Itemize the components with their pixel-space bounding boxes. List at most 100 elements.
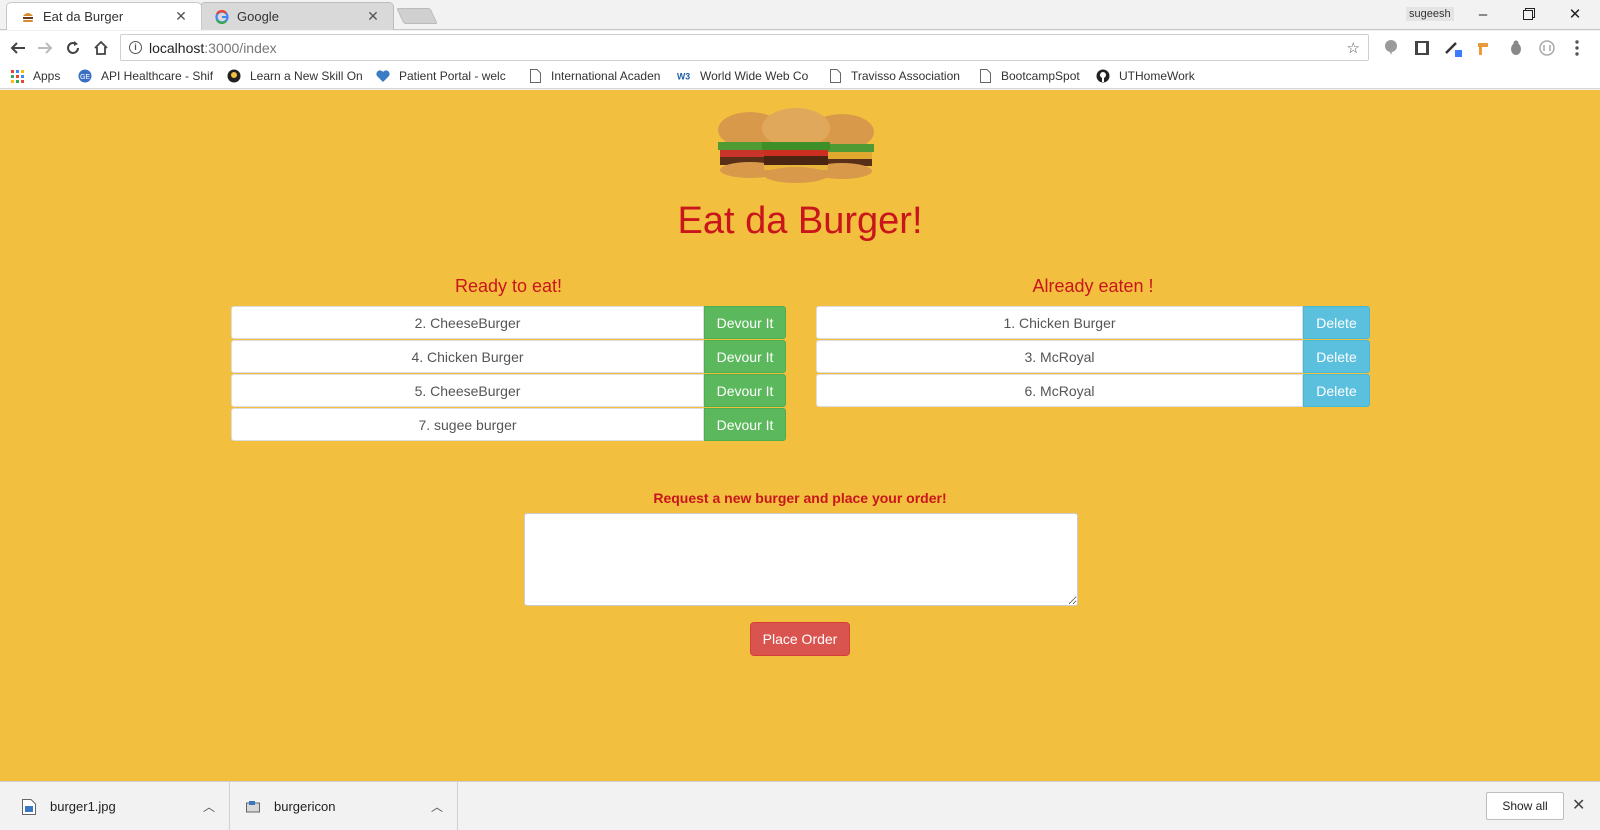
file-icon <box>246 800 260 812</box>
devour-button[interactable]: Devour It <box>704 340 786 373</box>
ready-row: 5. CheeseBurger Devour It <box>231 374 786 407</box>
burger-name: 4. Chicken Burger <box>231 340 704 373</box>
burger-name: 6. McRoyal <box>816 374 1303 407</box>
bookmark-label: UTHomeWork <box>1119 69 1195 83</box>
url-path: :3000/index <box>204 39 277 56</box>
extension-bug-icon[interactable] <box>1507 39 1525 57</box>
close-shelf-icon[interactable]: ✕ <box>1572 795 1585 815</box>
close-tab-icon[interactable]: ✕ <box>173 8 189 25</box>
profile-name[interactable]: sugeesh <box>1406 7 1454 21</box>
bookmark-label: Apps <box>33 69 61 83</box>
tab-google[interactable]: Google ✕ <box>200 2 394 30</box>
download-filename: burger1.jpg <box>50 799 116 814</box>
burger-name: 2. CheeseBurger <box>231 306 704 339</box>
forward-icon[interactable] <box>33 36 57 60</box>
eaten-row: 6. McRoyal Delete <box>816 374 1370 407</box>
bookmark-patient-portal[interactable]: Patient Portal - welc <box>376 67 514 85</box>
bookmarks-bar: Apps GE API Healthcare - Shif Learn a Ne… <box>0 63 1600 89</box>
w3c-icon: W3 <box>677 69 691 83</box>
bookmark-label: Learn a New Skill On <box>250 69 363 83</box>
tab-eat-da-burger[interactable]: Eat da Burger ✕ <box>6 2 202 30</box>
tab-title: Eat da Burger <box>43 9 124 24</box>
close-tab-icon[interactable]: ✕ <box>365 8 381 25</box>
svg-text:GE: GE <box>80 74 90 81</box>
extension-eyedropper-icon[interactable] <box>1444 39 1462 57</box>
tab-title: Google <box>237 9 279 24</box>
chevron-up-icon[interactable]: ︿ <box>431 798 443 815</box>
image-file-icon <box>22 798 36 815</box>
extension-balloon-icon[interactable] <box>1382 39 1400 57</box>
page-icon <box>828 69 842 83</box>
burger-favicon-icon <box>23 12 33 22</box>
ready-row: 2. CheeseBurger Devour It <box>231 306 786 339</box>
bookmark-lynda[interactable]: Learn a New Skill On <box>227 67 363 85</box>
eaten-row: 3. McRoyal Delete <box>816 340 1370 373</box>
show-all-button[interactable]: Show all <box>1486 792 1564 820</box>
eaten-row: 1. Chicken Burger Delete <box>816 306 1370 339</box>
heart-icon <box>376 69 390 83</box>
page-icon <box>978 69 992 83</box>
delete-button[interactable]: Delete <box>1303 374 1370 407</box>
bookmark-star-icon[interactable]: ☆ <box>1347 39 1360 57</box>
menu-kebab-icon[interactable] <box>1568 39 1586 57</box>
ge-logo-icon: GE <box>78 69 92 83</box>
extension-circle-icon[interactable] <box>1538 39 1556 57</box>
bookmark-apps[interactable]: Apps <box>10 67 60 85</box>
devour-button[interactable]: Devour It <box>704 374 786 407</box>
svg-text:W3: W3 <box>677 72 690 82</box>
devour-button[interactable]: Devour It <box>704 306 786 339</box>
burger-name: 7. sugee burger <box>231 408 704 441</box>
apps-grid-icon <box>10 69 24 83</box>
github-icon <box>1096 69 1110 83</box>
bookmark-label: BootcampSpot <box>1001 69 1080 83</box>
back-icon[interactable] <box>6 36 30 60</box>
page-body: Eat da Burger! Ready to eat! 2. CheeseBu… <box>0 90 1600 781</box>
burger-request-textarea[interactable] <box>524 513 1078 606</box>
ready-row: 4. Chicken Burger Devour It <box>231 340 786 373</box>
eaten-heading: Already eaten ! <box>1032 276 1154 296</box>
bookmark-label: World Wide Web Co <box>700 69 809 83</box>
bookmark-uthomework[interactable]: UTHomeWork <box>1096 67 1195 85</box>
home-icon[interactable] <box>89 36 113 60</box>
extension-film-icon[interactable] <box>1413 39 1431 57</box>
burger-name: 5. CheeseBurger <box>231 374 704 407</box>
request-label: Request a new burger and place your orde… <box>653 490 947 506</box>
bookmark-travisso[interactable]: Travisso Association <box>828 67 960 85</box>
bookmark-bootcampspot[interactable]: BootcampSpot <box>978 67 1080 85</box>
address-bar[interactable]: i localhost:3000/index ☆ <box>120 34 1369 61</box>
page-icon <box>528 69 542 83</box>
reload-icon[interactable] <box>61 36 85 60</box>
delete-button[interactable]: Delete <box>1303 306 1370 339</box>
extension-tool-icon[interactable] <box>1475 39 1493 57</box>
page-title: Eat da Burger! <box>677 200 923 242</box>
bookmark-international-academy[interactable]: International Acaden <box>528 67 664 85</box>
download-shelf: burger1.jpg ︿ burgericon ︿ Show all ✕ <box>0 781 1600 830</box>
lynda-icon <box>227 69 241 83</box>
delete-button[interactable]: Delete <box>1303 340 1370 373</box>
burger-logo-image <box>718 108 874 183</box>
place-order-button[interactable]: Place Order <box>750 622 850 656</box>
restore-icon[interactable] <box>1506 0 1552 28</box>
download-filename: burgericon <box>274 799 336 814</box>
bookmark-label: International Acaden <box>551 69 661 83</box>
download-item[interactable]: burger1.jpg ︿ <box>0 782 230 830</box>
bookmark-w3c[interactable]: W3 World Wide Web Co <box>677 67 813 85</box>
burger-name: 3. McRoyal <box>816 340 1303 373</box>
burger-name: 1. Chicken Burger <box>816 306 1303 339</box>
ready-row: 7. sugee burger Devour It <box>231 408 786 441</box>
download-item[interactable]: burgericon ︿ <box>230 782 458 830</box>
google-icon <box>215 9 229 24</box>
ready-heading: Ready to eat! <box>454 276 563 296</box>
bookmark-label: API Healthcare - Shif <box>101 69 214 83</box>
minimize-icon[interactable]: – <box>1460 0 1506 28</box>
bookmark-label: Patient Portal - welc <box>399 69 506 83</box>
devour-button[interactable]: Devour It <box>704 408 786 441</box>
url-host: localhost <box>149 39 205 56</box>
bookmark-api-healthcare[interactable]: GE API Healthcare - Shif <box>78 67 214 85</box>
new-tab-button[interactable] <box>396 8 438 24</box>
tab-strip: Eat da Burger ✕ Google ✕ sugeesh – ✕ <box>0 0 1600 30</box>
bookmark-label: Travisso Association <box>851 69 960 83</box>
chevron-up-icon[interactable]: ︿ <box>203 798 215 815</box>
close-window-icon[interactable]: ✕ <box>1552 0 1598 28</box>
site-info-icon[interactable]: i <box>129 41 142 54</box>
